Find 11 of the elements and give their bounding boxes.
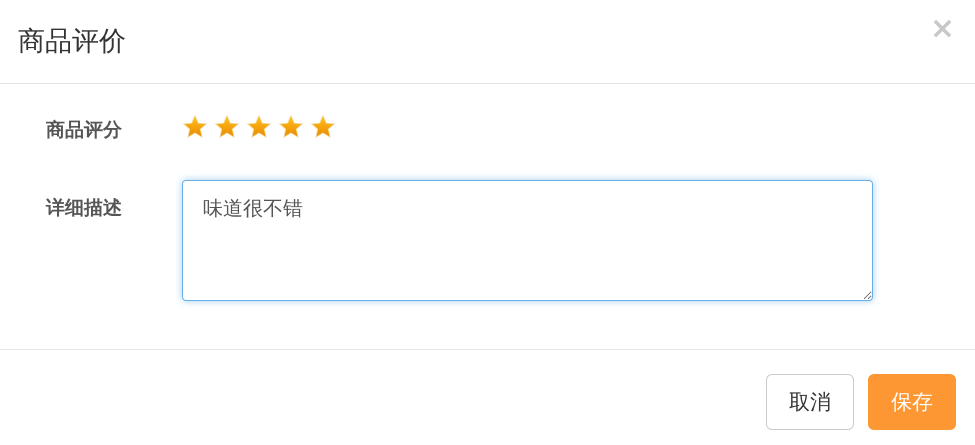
dialog-title: 商品评价 (18, 24, 126, 58)
field-label: 商品评分 (45, 118, 123, 143)
star-rating[interactable] (182, 114, 336, 140)
cancel-button[interactable]: 取消 (766, 374, 854, 430)
star-icon[interactable] (278, 114, 304, 140)
star-icon[interactable] (214, 114, 240, 140)
star-icon[interactable] (246, 114, 272, 140)
field-label: 详细描述 (44, 196, 123, 221)
star-icon[interactable] (310, 114, 336, 140)
description-field[interactable]: 味道很不错 (182, 180, 873, 301)
star-icon[interactable] (182, 114, 208, 140)
